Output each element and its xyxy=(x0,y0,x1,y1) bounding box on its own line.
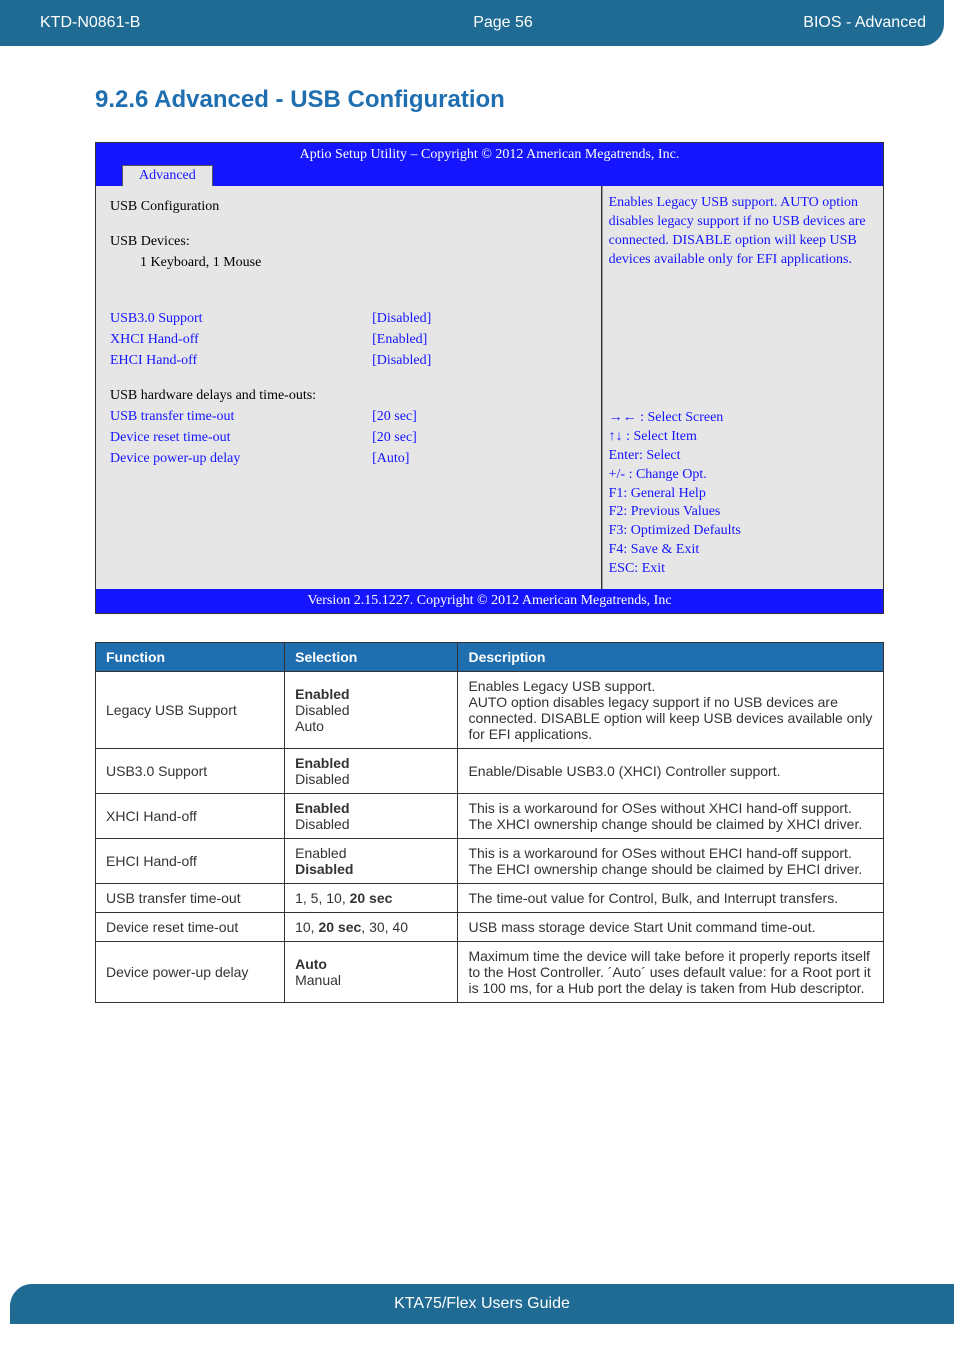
cell-selection: EnabledDisabled xyxy=(285,839,458,884)
page-header: KTD-N0861-B Page 56 BIOS - Advanced xyxy=(0,0,944,46)
bios-item-reset-timeout[interactable]: Device reset time-out [20 sec] xyxy=(110,427,587,448)
bios-item-value: [Enabled] xyxy=(372,329,586,350)
cell-selection: AutoManual xyxy=(285,942,458,1003)
bios-item-label: Device reset time-out xyxy=(110,427,372,448)
bios-item-value: [Auto] xyxy=(372,448,586,469)
bios-heading: USB Configuration xyxy=(110,196,587,217)
bios-item-value: [Disabled] xyxy=(372,308,586,329)
bios-item-label: XHCI Hand-off xyxy=(110,329,372,350)
bios-item-value: [Disabled] xyxy=(372,350,586,371)
function-table: Function Selection Description Legacy US… xyxy=(95,642,884,1003)
page-body: 9.2.6 Advanced - USB Configuration Aptio… xyxy=(0,46,954,1003)
bios-item-label: USB3.0 Support xyxy=(110,308,372,329)
bios-item-value: [Enabled] xyxy=(372,287,586,308)
bios-item-label: Device power-up delay xyxy=(110,448,372,469)
cell-selection: 10, 20 sec, 30, 40 xyxy=(285,913,458,942)
bios-item-label: EHCI Hand-off xyxy=(110,350,372,371)
bios-title: Aptio Setup Utility – Copyright © 2012 A… xyxy=(104,147,875,165)
cell-function: EHCI Hand-off xyxy=(96,839,285,884)
cell-function: USB3.0 Support xyxy=(96,749,285,794)
col-function: Function xyxy=(96,643,285,672)
bios-key-line: F2: Previous Values xyxy=(609,503,877,522)
bios-version-footer: Version 2.15.1227. Copyright © 2012 Amer… xyxy=(96,589,883,613)
table-row: USB transfer time-out1, 5, 10, 20 secThe… xyxy=(96,884,884,913)
bios-screenshot: Aptio Setup Utility – Copyright © 2012 A… xyxy=(95,142,884,614)
cell-function: XHCI Hand-off xyxy=(96,794,285,839)
cell-selection: EnabledDisabled xyxy=(285,749,458,794)
cell-description: USB mass storage device Start Unit comma… xyxy=(458,913,884,942)
page-footer: KTA75/Flex Users Guide xyxy=(10,1284,954,1324)
bios-key-line: F3: Optimized Defaults xyxy=(609,522,877,541)
bios-key-line: ↑↓ : Select Item xyxy=(609,428,877,447)
bios-item-transfer-timeout[interactable]: USB transfer time-out [20 sec] xyxy=(110,406,587,427)
bios-left-pane: USB Configuration USB Devices: 1 Keyboar… xyxy=(96,186,602,589)
bios-right-pane: Enables Legacy USB support. AUTO option … xyxy=(602,186,883,589)
cell-description: Enables Legacy USB support.AUTO option d… xyxy=(458,672,884,749)
cell-selection: EnabledDisabledAuto xyxy=(285,672,458,749)
table-row: Device reset time-out10, 20 sec, 30, 40U… xyxy=(96,913,884,942)
bios-item-usb3[interactable]: USB3.0 Support [Disabled] xyxy=(110,308,587,329)
bios-item-value: [20 sec] xyxy=(372,406,586,427)
cell-description: This is a workaround for OSes without EH… xyxy=(458,839,884,884)
cell-selection: 1, 5, 10, 20 sec xyxy=(285,884,458,913)
footer-text: KTA75/Flex Users Guide xyxy=(394,1295,570,1313)
table-row: XHCI Hand-offEnabledDisabledThis is a wo… xyxy=(96,794,884,839)
bios-item-label: Legacy USB Support xyxy=(110,287,372,308)
page-number: Page 56 xyxy=(320,14,686,32)
cell-function: Device reset time-out xyxy=(96,913,285,942)
bios-key-line: ESC: Exit xyxy=(609,560,877,579)
doc-id: KTD-N0861-B xyxy=(40,14,320,32)
table-header-row: Function Selection Description xyxy=(96,643,884,672)
bios-devices-value: 1 Keyboard, 1 Mouse xyxy=(110,252,587,273)
section-label: BIOS - Advanced xyxy=(686,14,926,32)
bios-titlebar: Aptio Setup Utility – Copyright © 2012 A… xyxy=(96,143,883,186)
col-selection: Selection xyxy=(285,643,458,672)
cell-selection: EnabledDisabled xyxy=(285,794,458,839)
bios-item-xhci[interactable]: XHCI Hand-off [Enabled] xyxy=(110,329,587,350)
section-title: 9.2.6 Advanced - USB Configuration xyxy=(95,86,884,114)
table-row: EHCI Hand-offEnabledDisabledThis is a wo… xyxy=(96,839,884,884)
bios-help-text: Enables Legacy USB support. AUTO option … xyxy=(603,186,883,400)
bios-key-hints: →← : Select Screen ↑↓ : Select Item Ente… xyxy=(603,400,883,589)
bios-hw-label: USB hardware delays and time-outs: xyxy=(110,385,587,406)
bios-item-legacy-usb[interactable]: Legacy USB Support [Enabled] xyxy=(110,287,587,308)
bios-tab-advanced[interactable]: Advanced xyxy=(122,165,213,186)
cell-function: USB transfer time-out xyxy=(96,884,285,913)
cell-function: Legacy USB Support xyxy=(96,672,285,749)
bios-key-line: F4: Save & Exit xyxy=(609,541,877,560)
bios-key-line: →← : Select Screen xyxy=(609,409,877,428)
bios-key-line: Enter: Select xyxy=(609,447,877,466)
col-description: Description xyxy=(458,643,884,672)
bios-item-powerup-delay[interactable]: Device power-up delay [Auto] xyxy=(110,448,587,469)
bios-item-ehci[interactable]: EHCI Hand-off [Disabled] xyxy=(110,350,587,371)
table-row: Legacy USB SupportEnabledDisabledAutoEna… xyxy=(96,672,884,749)
cell-description: Maximum time the device will take before… xyxy=(458,942,884,1003)
cell-description: The time-out value for Control, Bulk, an… xyxy=(458,884,884,913)
bios-item-label: USB transfer time-out xyxy=(110,406,372,427)
table-row: USB3.0 SupportEnabledDisabledEnable/Disa… xyxy=(96,749,884,794)
bios-item-value: [20 sec] xyxy=(372,427,586,448)
bios-key-line: F1: General Help xyxy=(609,485,877,504)
table-row: Device power-up delayAutoManualMaximum t… xyxy=(96,942,884,1003)
bios-devices-label: USB Devices: xyxy=(110,231,587,252)
cell-function: Device power-up delay xyxy=(96,942,285,1003)
cell-description: Enable/Disable USB3.0 (XHCI) Controller … xyxy=(458,749,884,794)
bios-key-line: +/- : Change Opt. xyxy=(609,466,877,485)
cell-description: This is a workaround for OSes without XH… xyxy=(458,794,884,839)
